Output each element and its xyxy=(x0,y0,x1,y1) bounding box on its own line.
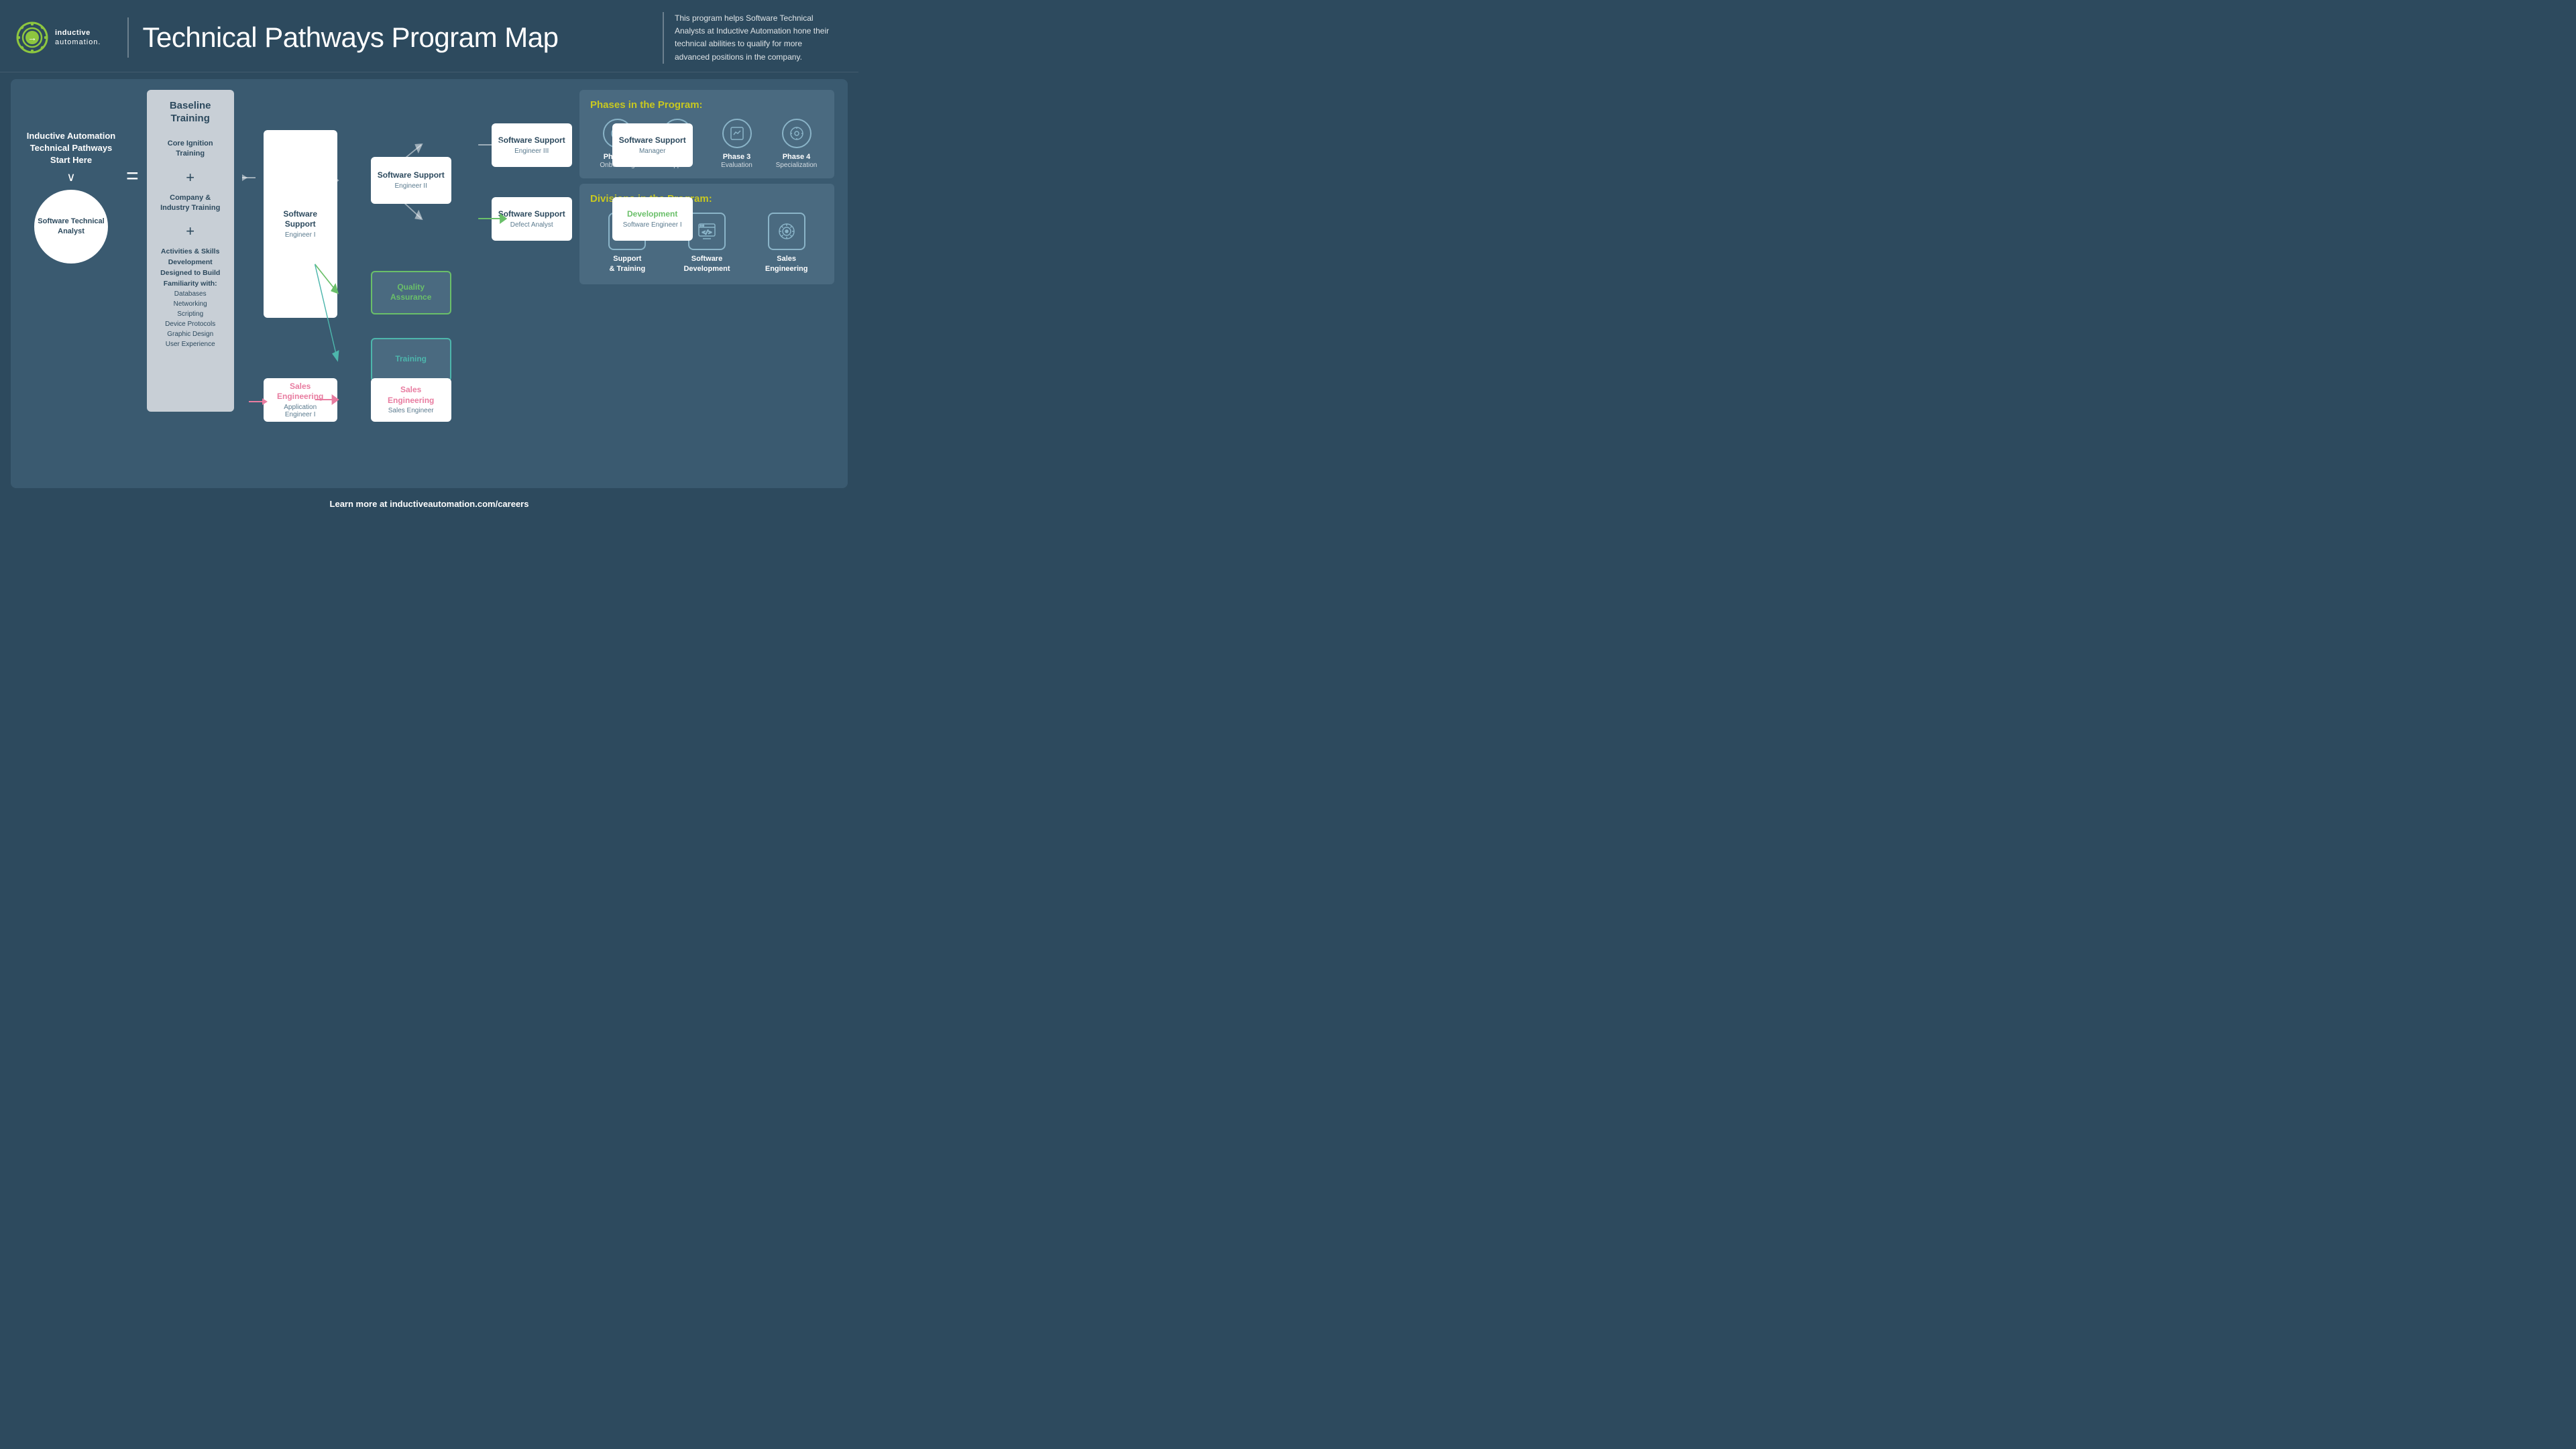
sales-arrow xyxy=(249,398,268,405)
baseline-plus1: + xyxy=(186,169,194,186)
logo-area: → inductiveautomation. xyxy=(16,21,101,54)
baseline-device-protocols: Device Protocols xyxy=(165,319,215,329)
header: → inductiveautomation. Technical Pathway… xyxy=(0,0,858,72)
phase4-icon xyxy=(782,119,811,148)
logo-text: inductiveautomation. xyxy=(55,28,101,48)
phases-title: Phases in the Program: xyxy=(590,99,824,111)
training-box: Training xyxy=(371,338,451,382)
baseline-title: Baseline Training xyxy=(155,99,226,125)
phase4-item: Phase 4 Specialization xyxy=(769,119,824,169)
sse2-title: Software Support xyxy=(378,170,445,181)
sales2-title: Sales Engineering xyxy=(378,385,445,406)
dse-sub: Software Engineer I xyxy=(623,221,682,229)
sales1-title: Sales Engineering xyxy=(270,382,331,402)
start-label: Inductive Automation Technical Pathways … xyxy=(24,130,118,167)
footer-text: Learn more at inductiveautomation.com/ca… xyxy=(330,499,529,509)
phase3-item: Phase 3 Evaluation xyxy=(710,119,764,169)
baseline-user-experience: User Experience xyxy=(166,339,215,349)
logo-icon: → xyxy=(16,21,48,54)
dse-box: Development Software Engineer I xyxy=(612,197,693,241)
phase3-label: Phase 3 xyxy=(723,152,751,162)
main-content: Inductive Automation Technical Pathways … xyxy=(11,79,848,488)
flow-area: Software Support Engineer I Software Sup… xyxy=(264,90,571,479)
sales2-box: Sales Engineering Sales Engineer xyxy=(371,378,451,422)
page-title: Technical Pathways Program Map xyxy=(142,21,663,54)
sales2-sub: Sales Engineer xyxy=(388,407,434,414)
ssda-box: Software Support Defect Analyst xyxy=(492,197,572,241)
svg-text:</>: </> xyxy=(702,229,712,235)
baseline-plus2: + xyxy=(186,223,194,240)
phase4-sub: Specialization xyxy=(776,162,818,169)
ssm-box: Software Support Manager xyxy=(612,123,693,167)
baseline-item1: Core Ignition Training xyxy=(155,139,226,160)
baseline-graphic-design: Graphic Design xyxy=(167,329,213,339)
baseline-networking: Networking xyxy=(174,299,207,309)
baseline-arrow xyxy=(242,174,247,181)
baseline-item3-title: Activities & Skills Development Designed… xyxy=(155,247,226,289)
dse-title: Development xyxy=(627,209,677,220)
sse3-box: Software Support Engineer III xyxy=(492,123,572,167)
baseline-scripting: Scripting xyxy=(177,309,203,319)
sse2-box: Software Support Engineer II xyxy=(371,157,451,204)
ssm-sub: Manager xyxy=(639,148,665,155)
phase4-label: Phase 4 xyxy=(783,152,811,162)
sales1-box: Sales Engineering Application Engineer I xyxy=(264,378,337,422)
baseline-item2: Company & Industry Training xyxy=(155,193,226,214)
sse1-title: Software Support xyxy=(270,209,331,230)
sse2-sub: Engineer II xyxy=(395,182,427,190)
sse1-box: Software Support Engineer I xyxy=(264,130,337,318)
division-sales-label: SalesEngineering xyxy=(765,254,808,275)
division-software-label: SoftwareDevelopment xyxy=(683,254,730,275)
header-description: This program helps Software Technical An… xyxy=(663,12,837,64)
ssda-sub: Defect Analyst xyxy=(510,221,553,229)
qa-box: Quality Assurance xyxy=(371,271,451,314)
chevron-down-icon: ∨ xyxy=(66,170,75,184)
sales-icon xyxy=(768,213,805,250)
sales1-sub: Application Engineer I xyxy=(270,404,331,418)
phase3-sub: Evaluation xyxy=(721,162,752,169)
division-sales: SalesEngineering xyxy=(749,213,824,275)
equals-sign: = xyxy=(126,164,139,188)
sse3-sub: Engineer III xyxy=(514,148,549,155)
svg-text:→: → xyxy=(27,32,37,43)
division-support-label: Support& Training xyxy=(609,254,645,275)
start-section: Inductive Automation Technical Pathways … xyxy=(24,130,118,264)
sse3-title: Software Support xyxy=(498,135,565,146)
footer: Learn more at inductiveautomation.com/ca… xyxy=(0,495,858,512)
baseline-databases: Databases xyxy=(174,289,207,299)
header-divider xyxy=(127,17,129,58)
ssm-title: Software Support xyxy=(619,135,686,146)
ssda-title: Software Support xyxy=(498,209,565,220)
analyst-title: Software Technical Analyst xyxy=(34,217,108,237)
qa-title: Quality Assurance xyxy=(379,282,443,303)
analyst-circle: Software Technical Analyst xyxy=(34,190,108,264)
software-icon: </> xyxy=(688,213,726,250)
training-title: Training xyxy=(395,354,427,365)
footer-url: inductiveautomation.com/careers xyxy=(390,499,528,509)
baseline-training-box: Baseline Training Core Ignition Training… xyxy=(147,90,234,412)
right-panel: Phases in the Program: Phase 1 Onboardin… xyxy=(579,90,834,284)
sse1-sub: Engineer I xyxy=(285,231,316,239)
phase3-icon xyxy=(722,119,752,148)
